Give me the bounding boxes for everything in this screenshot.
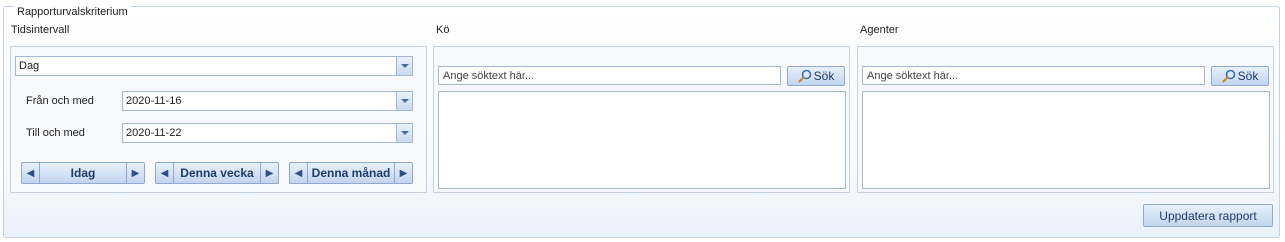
this-month-button[interactable]: Denna månad	[308, 163, 394, 183]
queue-search-input[interactable]	[438, 66, 781, 85]
chevron-down-icon[interactable]	[396, 124, 412, 142]
from-date-value: 2020-11-16	[126, 95, 182, 107]
queue-list[interactable]	[438, 91, 846, 189]
time-interval-label: Tidsintervall	[11, 24, 70, 36]
from-date-picker[interactable]: 2020-11-16	[122, 91, 413, 111]
queue-label: Kö	[436, 24, 450, 36]
chevron-down-icon[interactable]	[396, 92, 412, 110]
to-date-picker[interactable]: 2020-11-22	[122, 123, 413, 143]
agents-search-input[interactable]	[862, 66, 1205, 85]
agents-search-button[interactable]: Sök	[1211, 66, 1269, 86]
queue-search-button[interactable]: Sök	[787, 66, 845, 86]
agents-label: Agenter	[860, 24, 899, 36]
today-button[interactable]: Idag	[40, 163, 126, 183]
to-date-value: 2020-11-22	[126, 127, 182, 139]
interval-select[interactable]: Dag	[15, 56, 413, 76]
arrow-left-icon[interactable]: ◀	[22, 163, 40, 183]
arrow-right-icon[interactable]: ▶	[260, 163, 278, 183]
queue-search-button-label: Sök	[813, 69, 835, 83]
arrow-right-icon[interactable]: ▶	[126, 163, 144, 183]
arrow-right-icon[interactable]: ▶	[394, 163, 412, 183]
agents-search-button-label: Sök	[1237, 69, 1259, 83]
update-report-button[interactable]: Uppdatera rapport	[1143, 204, 1273, 227]
nav-month: ◀ Denna månad ▶	[289, 162, 413, 184]
nav-week: ◀ Denna vecka ▶	[155, 162, 279, 184]
nav-today: ◀ Idag ▶	[21, 162, 145, 184]
magnifier-icon	[798, 69, 811, 83]
magnifier-icon	[1222, 69, 1235, 83]
chevron-down-icon[interactable]	[396, 57, 412, 75]
agents-list[interactable]	[862, 91, 1270, 189]
arrow-left-icon[interactable]: ◀	[290, 163, 308, 183]
arrow-left-icon[interactable]: ◀	[156, 163, 174, 183]
to-label: Till och med	[26, 127, 85, 139]
from-label: Från och med	[26, 95, 94, 107]
this-week-button[interactable]: Denna vecka	[174, 163, 260, 183]
group-title: Rapporturvalskriterium	[14, 6, 131, 18]
interval-value: Dag	[19, 60, 40, 72]
